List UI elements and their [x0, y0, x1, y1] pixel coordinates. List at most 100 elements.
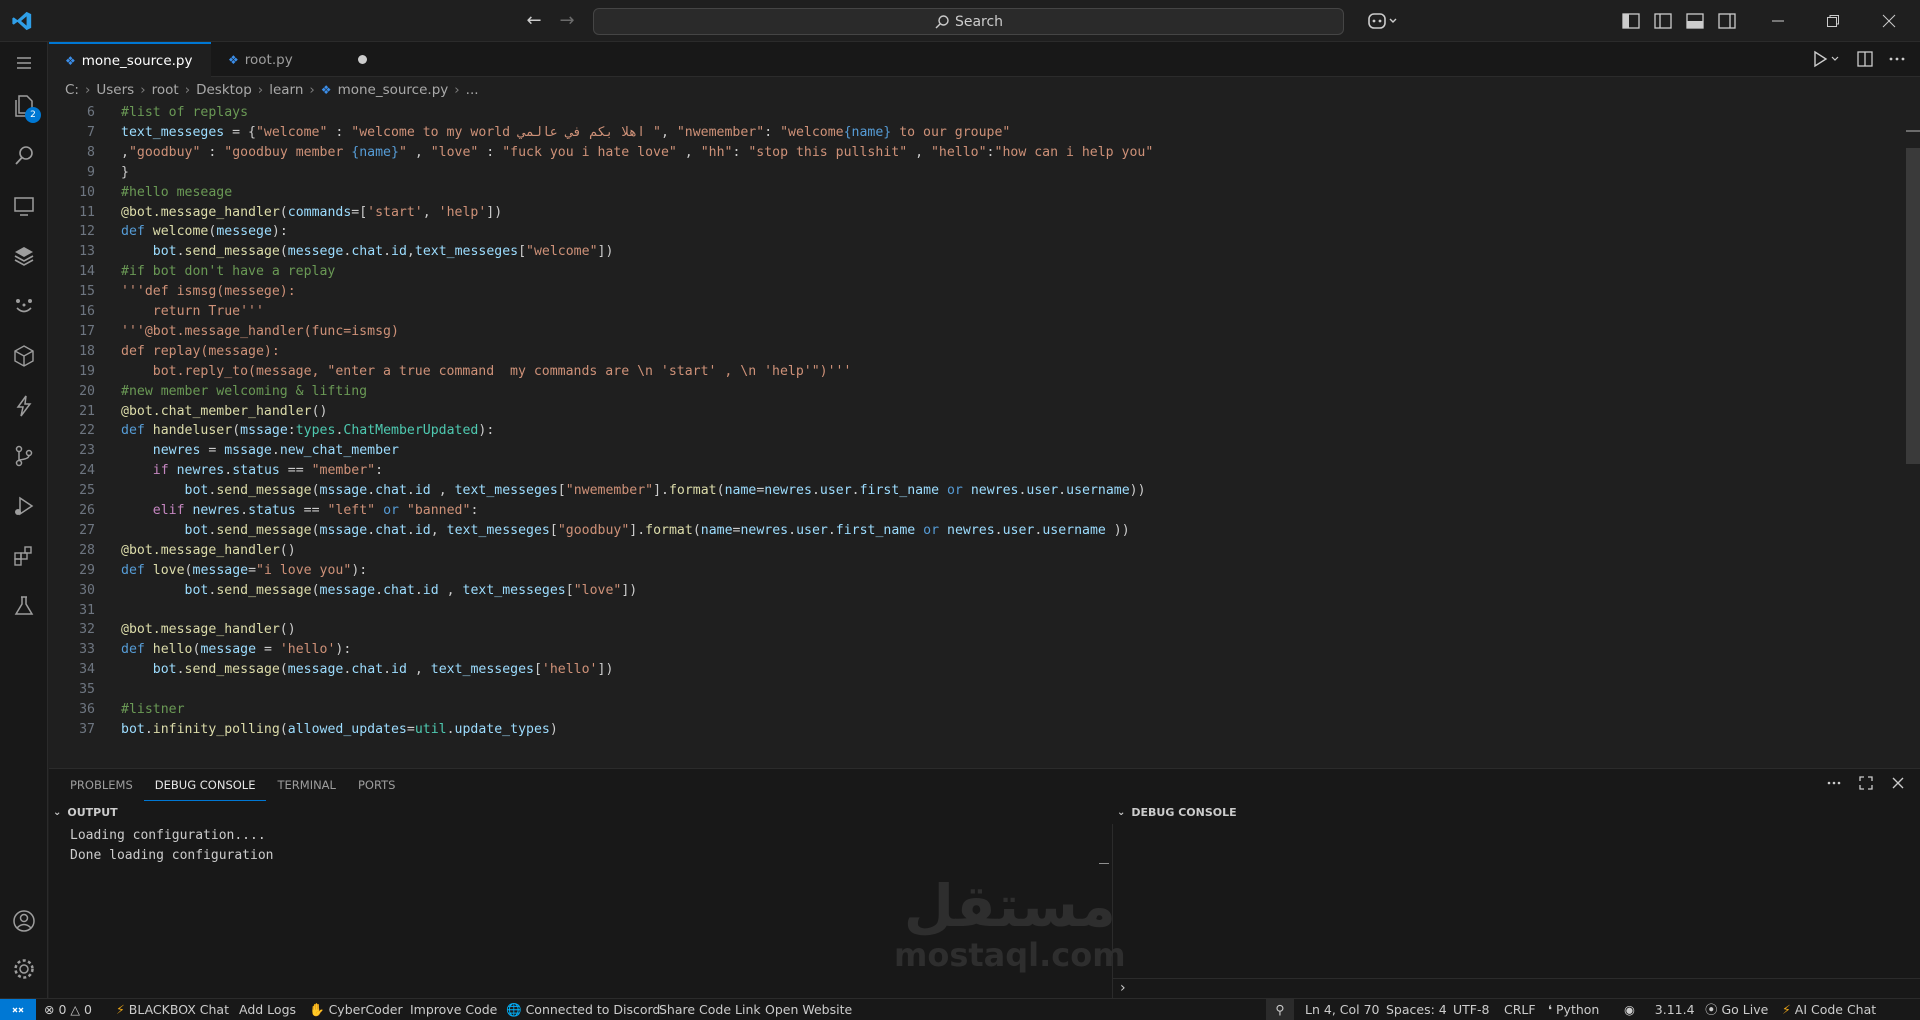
split-editor-icon[interactable] [1856, 50, 1874, 68]
discord-item[interactable]: 🌐 Connected to Discord [506, 999, 660, 1020]
forward-arrow-icon[interactable]: → [556, 10, 578, 32]
code-text[interactable]: bot.infinity_polling(allowed_updates=uti… [121, 720, 558, 740]
customize-layout-icon[interactable] [1620, 10, 1642, 32]
code-editor[interactable]: 6 #list of replays 7 text_messeges = {"welc… [49, 103, 1920, 766]
code-text[interactable]: '''@bot.message_handler(func=ismsg) [121, 322, 399, 342]
code-text[interactable]: '''def ismsg(messege): [121, 282, 296, 302]
code-text[interactable]: bot.send_message(message.chat.id , text_… [121, 581, 638, 601]
code-text[interactable]: if newres.status == "member": [121, 461, 383, 481]
go-live-item[interactable]: ⦿ Go Live [1705, 999, 1768, 1020]
editor-scrollbar[interactable] [1906, 148, 1920, 464]
explorer-icon[interactable]: 2 [0, 85, 48, 127]
code-text[interactable]: #hello meseage [121, 183, 232, 203]
code-text[interactable]: newres = mssage.new_chat_member [121, 441, 399, 461]
close-panel-icon[interactable] [1890, 775, 1906, 791]
code-text[interactable]: def love(message="i love you"): [121, 561, 367, 581]
toggle-panel-icon[interactable] [1684, 10, 1706, 32]
menu-icon[interactable] [0, 42, 48, 84]
add-logs-item[interactable]: Add Logs [239, 999, 296, 1020]
problems-counter[interactable]: ⊗ 0 △ 0 [44, 999, 92, 1020]
maximize-panel-icon[interactable] [1858, 775, 1874, 791]
code-text[interactable]: text_messeges = {"welcome" : "welcome to… [121, 123, 1010, 143]
code-text[interactable]: bot.send_message(mssage.chat.id , text_m… [121, 481, 1146, 501]
panel-more-icon[interactable] [1826, 775, 1842, 791]
breadcrumb-file[interactable]: mone_source.py [338, 82, 449, 98]
breadcrumb-drive[interactable]: C: [65, 82, 79, 98]
indentation[interactable]: Spaces: 4 [1386, 999, 1447, 1020]
toggle-secondary-sidebar-icon[interactable] [1716, 10, 1738, 32]
debug-console-section-header[interactable]: ⌄ DEBUG CONSOLE [1117, 802, 1237, 824]
tab-terminal[interactable]: TERMINAL [266, 769, 346, 801]
cursor-position[interactable]: Ln 4, Col 70 [1305, 999, 1380, 1020]
code-text[interactable]: bot.send_message(message.chat.id , text_… [121, 660, 614, 680]
lightning-icon[interactable] [0, 385, 48, 427]
source-control-icon[interactable] [0, 435, 48, 477]
tab-root[interactable]: ❖ root.py [212, 42, 386, 77]
code-text[interactable]: @bot.message_handler(commands=['start', … [121, 203, 502, 223]
cube-icon[interactable] [0, 335, 48, 377]
copilot-icon[interactable] [1366, 10, 1400, 32]
code-text[interactable]: return True''' [121, 302, 264, 322]
code-text[interactable]: } [121, 163, 129, 183]
code-text[interactable]: def replay(message): [121, 342, 280, 362]
python-interpreter[interactable]: ◉ 3.11.4 [1624, 999, 1695, 1020]
tab-problems[interactable]: PROBLEMS [59, 769, 144, 801]
run-debug-icon[interactable] [0, 485, 48, 527]
open-website-item[interactable]: Open Website [765, 999, 852, 1020]
breadcrumb-root[interactable]: root [152, 82, 179, 98]
account-icon[interactable] [0, 900, 48, 942]
command-center-search[interactable]: Search [593, 8, 1344, 35]
extensions-icon[interactable] [0, 535, 48, 577]
output-scrollbar[interactable] [1099, 863, 1109, 864]
toggle-primary-sidebar-icon[interactable] [1652, 10, 1674, 32]
cybercoder-item[interactable]: ✋ CyberCoder [309, 999, 403, 1020]
tab-debug-console[interactable]: DEBUG CONSOLE [143, 769, 267, 801]
remote-indicator[interactable] [0, 999, 36, 1020]
code-text[interactable]: def hello(message = 'hello'): [121, 640, 351, 660]
code-text[interactable]: @bot.chat_member_handler() [121, 402, 327, 422]
close-window-button[interactable] [1874, 8, 1904, 34]
breadcrumb-users[interactable]: Users [96, 82, 134, 98]
stack-icon[interactable] [0, 235, 48, 277]
settings-gear-icon[interactable] [0, 948, 48, 990]
code-text[interactable]: def welcome(messege): [121, 222, 288, 242]
back-arrow-icon[interactable]: ← [523, 10, 545, 32]
code-text[interactable]: def handeluser(mssage:types.ChatMemberUp… [121, 421, 494, 441]
share-code-link-item[interactable]: Share Code Link [659, 999, 761, 1020]
code-text[interactable]: #new member welcoming & lifting [121, 382, 367, 402]
breadcrumb-symbol[interactable]: ... [466, 82, 479, 98]
ai-code-chat-item[interactable]: ⚡ AI Code Chat [1782, 999, 1876, 1020]
tab-mone-source[interactable]: ❖ mone_source.py [49, 42, 211, 77]
code-text[interactable]: ,"goodbuy" : "goodbuy member {name}" , "… [121, 143, 1153, 163]
code-text[interactable]: #list of replays [121, 103, 248, 123]
minimize-button[interactable] [1763, 8, 1793, 34]
restore-button[interactable] [1818, 8, 1848, 34]
code-text[interactable]: @bot.message_handler() [121, 620, 296, 640]
run-python-file-icon[interactable] [1812, 50, 1842, 68]
improve-code-item[interactable]: Improve Code [410, 999, 497, 1020]
search-icon[interactable] [0, 135, 48, 177]
blackbox-chat-item[interactable]: ⚡ BLACKBOX Chat [116, 999, 229, 1020]
robot-icon[interactable] [0, 285, 48, 327]
unsaved-dot-icon[interactable] [358, 55, 367, 64]
testing-flask-icon[interactable] [0, 585, 48, 627]
code-text[interactable]: elif newres.status == "left" or "banned"… [121, 501, 479, 521]
code-text[interactable]: #if bot don't have a replay [121, 262, 335, 282]
language-mode[interactable]: ❛ Python [1548, 999, 1599, 1020]
code-text[interactable]: @bot.message_handler() [121, 541, 296, 561]
code-text[interactable]: bot.send_message(messege.chat.id,text_me… [121, 242, 614, 262]
debug-console-input[interactable]: › [1112, 978, 1920, 999]
breadcrumb-desktop[interactable]: Desktop [196, 82, 252, 98]
tab-ports[interactable]: PORTS [347, 769, 406, 801]
code-text[interactable]: #listner [121, 700, 185, 720]
code-text[interactable]: bot.send_message(mssage.chat.id, text_me… [121, 521, 1130, 541]
encoding[interactable]: UTF-8 [1453, 999, 1489, 1020]
status-bar: ⊗ 0 △ 0 ⚡ BLACKBOX Chat Add Logs ✋ Cyber… [0, 998, 1920, 1020]
code-text[interactable]: bot.reply_to(message, "enter a true comm… [121, 362, 852, 382]
output-section-header[interactable]: ⌄ OUTPUT [53, 802, 118, 824]
breadcrumb-learn[interactable]: learn [269, 82, 303, 98]
remote-explorer-icon[interactable] [0, 185, 48, 227]
line-endings[interactable]: CRLF [1504, 999, 1536, 1020]
more-actions-icon[interactable] [1888, 50, 1906, 68]
zoom-search-icon[interactable]: ⚲ [1266, 999, 1294, 1020]
